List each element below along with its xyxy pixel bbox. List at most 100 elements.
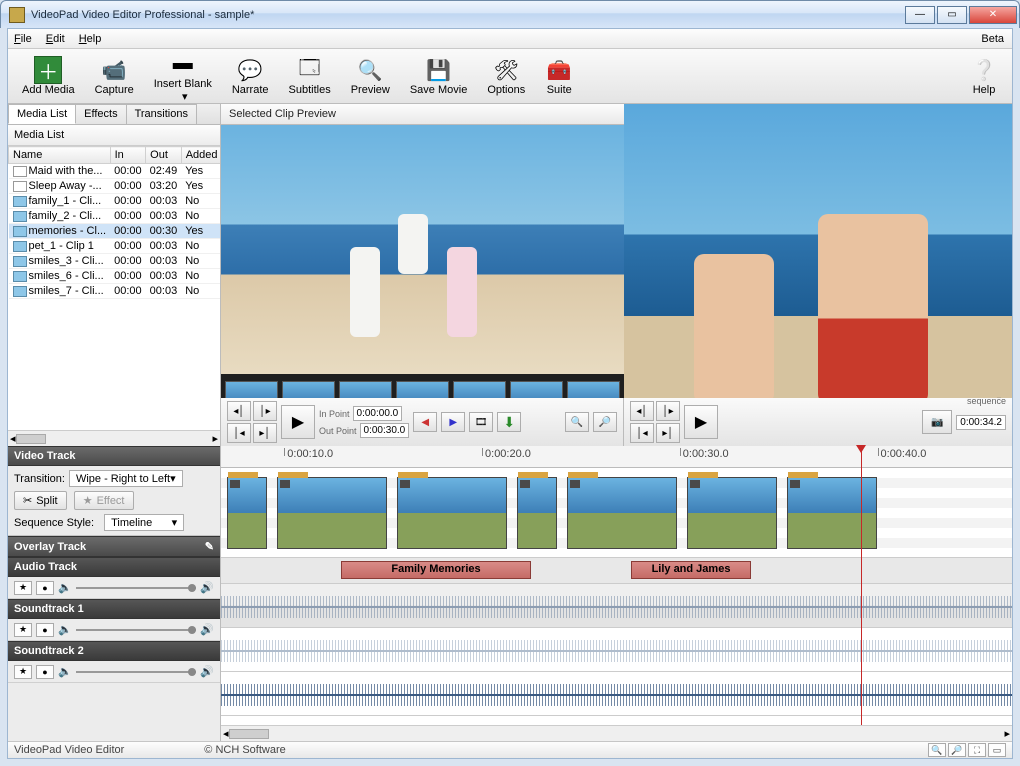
suite-button[interactable]: 🧰Suite bbox=[535, 54, 583, 98]
seq-start-button[interactable]: │◂ bbox=[630, 423, 654, 443]
seq-prev-frame-button[interactable]: ◂│ bbox=[630, 401, 654, 421]
playhead[interactable] bbox=[861, 446, 862, 741]
save-movie-button[interactable]: 💾Save Movie bbox=[400, 54, 477, 98]
speaker-icon: 🔈 bbox=[58, 665, 72, 678]
maximize-button[interactable]: ▭ bbox=[937, 6, 967, 24]
tab-effects[interactable]: Effects bbox=[75, 104, 126, 124]
seq-play-button[interactable]: ▶ bbox=[684, 405, 718, 439]
blank-icon: ▬ bbox=[169, 50, 197, 78]
media-row[interactable]: smiles_3 - Cli...00:0000:03No bbox=[9, 254, 221, 269]
pencil-icon[interactable]: ✎ bbox=[205, 540, 214, 553]
col-in[interactable]: In bbox=[110, 147, 146, 164]
media-row[interactable]: memories - Cl...00:0000:30Yes bbox=[9, 224, 221, 239]
clip-prev-frame-button[interactable]: ◂│ bbox=[227, 401, 251, 421]
s2-volume-slider[interactable] bbox=[76, 671, 197, 673]
sequence-style-label: Sequence Style: bbox=[14, 517, 94, 529]
zoom-full-button[interactable]: ▭ bbox=[988, 743, 1006, 757]
tab-media-list[interactable]: Media List bbox=[8, 104, 76, 124]
options-button[interactable]: 🛠Options bbox=[477, 54, 535, 98]
speech-icon: 💬 bbox=[236, 56, 264, 84]
soundtrack1-header: Soundtrack 1 bbox=[8, 599, 220, 619]
overlay-clip[interactable]: Family Memories bbox=[341, 561, 531, 579]
mark-out-button[interactable]: ▶ bbox=[441, 412, 465, 432]
clip-preview-label: Selected Clip Preview bbox=[221, 104, 624, 125]
col-name[interactable]: Name bbox=[9, 147, 111, 164]
menu-edit[interactable]: Edit bbox=[46, 33, 65, 45]
clip-zoom-out-button[interactable]: 🔎 bbox=[593, 412, 617, 432]
save-icon: 💾 bbox=[425, 56, 453, 84]
capture-button[interactable]: 📹Capture bbox=[85, 54, 144, 98]
media-table[interactable]: Name In Out Added Maid with the...00:000… bbox=[8, 146, 220, 430]
soundtrack1-lane[interactable] bbox=[221, 628, 1012, 672]
col-out[interactable]: Out bbox=[146, 147, 182, 164]
overlay-clip[interactable]: Lily and James bbox=[631, 561, 751, 579]
timeline-hscroll[interactable]: ◂▸ bbox=[221, 725, 1012, 741]
close-button[interactable]: ✕ bbox=[969, 6, 1017, 24]
bin-tabs: Media List Effects Transitions bbox=[8, 104, 220, 125]
soundtrack2-lane[interactable] bbox=[221, 672, 1012, 716]
media-row[interactable]: pet_1 - Clip 100:0000:03No bbox=[9, 239, 221, 254]
menu-bar: File Edit Help Beta bbox=[8, 29, 1012, 49]
narrate-button[interactable]: 💬Narrate bbox=[222, 54, 279, 98]
out-point-value[interactable]: 0:00:30.0 bbox=[360, 423, 410, 438]
clip-transport: ◂││▸ │◂▸│ ▶ In Point0:00:00.0 Out Point0… bbox=[221, 398, 624, 446]
transition-label: Transition: bbox=[14, 473, 65, 485]
zoom-fit-button[interactable]: ⛶ bbox=[968, 743, 986, 757]
clip-play-button[interactable]: ▶ bbox=[281, 405, 315, 439]
s1-volume-slider[interactable] bbox=[76, 629, 197, 631]
s1-rec-button[interactable]: ● bbox=[36, 623, 54, 637]
audio-star-button[interactable]: ★ bbox=[14, 581, 32, 595]
tab-transitions[interactable]: Transitions bbox=[126, 104, 197, 124]
overlay-track-lane[interactable]: Family Memories Lily and James bbox=[221, 558, 1012, 584]
audio-track-lane[interactable] bbox=[221, 584, 1012, 628]
s2-star-button[interactable]: ★ bbox=[14, 665, 32, 679]
status-vendor: © NCH Software bbox=[204, 744, 285, 756]
media-row[interactable]: Sleep Away -...00:0003:20Yes bbox=[9, 179, 221, 194]
insert-clip-button[interactable]: 🎞 bbox=[469, 412, 493, 432]
audio-volume-slider[interactable] bbox=[76, 587, 197, 589]
clip-zoom-in-button[interactable]: 🔍 bbox=[565, 412, 589, 432]
audio-rec-button[interactable]: ● bbox=[36, 581, 54, 595]
main-toolbar: ＋Add Media 📹Capture ▬Insert Blank▾ 💬Narr… bbox=[8, 49, 1012, 104]
sequence-tag: sequence bbox=[967, 396, 1006, 406]
in-point-label: In Point bbox=[319, 409, 350, 419]
add-media-button[interactable]: ＋Add Media bbox=[12, 54, 85, 98]
clip-start-button[interactable]: │◂ bbox=[227, 423, 251, 443]
subtitles-button[interactable]: 🗔Subtitles bbox=[279, 54, 341, 98]
sequence-style-select[interactable]: Timeline▾ bbox=[104, 514, 184, 531]
plus-icon: ＋ bbox=[34, 56, 62, 84]
media-row[interactable]: family_2 - Cli...00:0000:03No bbox=[9, 209, 221, 224]
seq-next-frame-button[interactable]: │▸ bbox=[656, 401, 680, 421]
help-button[interactable]: ❔Help bbox=[960, 54, 1008, 98]
seq-end-button[interactable]: ▸│ bbox=[656, 423, 680, 443]
preview-button[interactable]: 🔍Preview bbox=[341, 54, 400, 98]
media-row[interactable]: smiles_7 - Cli...00:0000:03No bbox=[9, 284, 221, 299]
s2-rec-button[interactable]: ● bbox=[36, 665, 54, 679]
media-row[interactable]: family_1 - Cli...00:0000:03No bbox=[9, 194, 221, 209]
insert-blank-button[interactable]: ▬Insert Blank▾ bbox=[144, 48, 222, 105]
zoom-in-button[interactable]: 🔎 bbox=[948, 743, 966, 757]
minimize-button[interactable]: — bbox=[905, 6, 935, 24]
media-row[interactable]: smiles_6 - Cli...00:0000:03No bbox=[9, 269, 221, 284]
magnifier-icon: 🔍 bbox=[356, 56, 384, 84]
effect-button[interactable]: ★ Effect bbox=[74, 491, 134, 510]
zoom-out-button[interactable]: 🔍 bbox=[928, 743, 946, 757]
clip-end-button[interactable]: ▸│ bbox=[253, 423, 277, 443]
menu-file[interactable]: File bbox=[14, 33, 32, 45]
snapshot-button[interactable]: 📷 bbox=[922, 410, 952, 434]
sequence-transport: ◂││▸ │◂▸│ ▶ 📷 0:00:34.2 sequence bbox=[624, 398, 1012, 446]
media-row[interactable]: Maid with the...00:0002:49Yes bbox=[9, 164, 221, 179]
in-point-value[interactable]: 0:00:00.0 bbox=[353, 406, 403, 421]
col-added[interactable]: Added bbox=[181, 147, 220, 164]
drop-clip-button[interactable]: ⬇ bbox=[497, 412, 521, 432]
clip-next-frame-button[interactable]: │▸ bbox=[253, 401, 277, 421]
mark-in-button[interactable]: ◀ bbox=[413, 412, 437, 432]
media-hscroll[interactable]: ◂▸ bbox=[8, 430, 220, 446]
s1-star-button[interactable]: ★ bbox=[14, 623, 32, 637]
sequence-preview-panel: 0:00:00.00:00:10.0 0:00:20.00:00:30.0 0:… bbox=[624, 104, 1012, 446]
transition-select[interactable]: Wipe - Right to Left▾ bbox=[69, 470, 183, 487]
split-button[interactable]: ✂ Split bbox=[14, 491, 67, 510]
video-track-lane[interactable] bbox=[221, 468, 1012, 558]
timeline-ruler[interactable]: 0:00:10.0 0:00:20.0 0:00:30.0 0:00:40.0 bbox=[221, 446, 1012, 468]
menu-help[interactable]: Help bbox=[79, 33, 102, 45]
